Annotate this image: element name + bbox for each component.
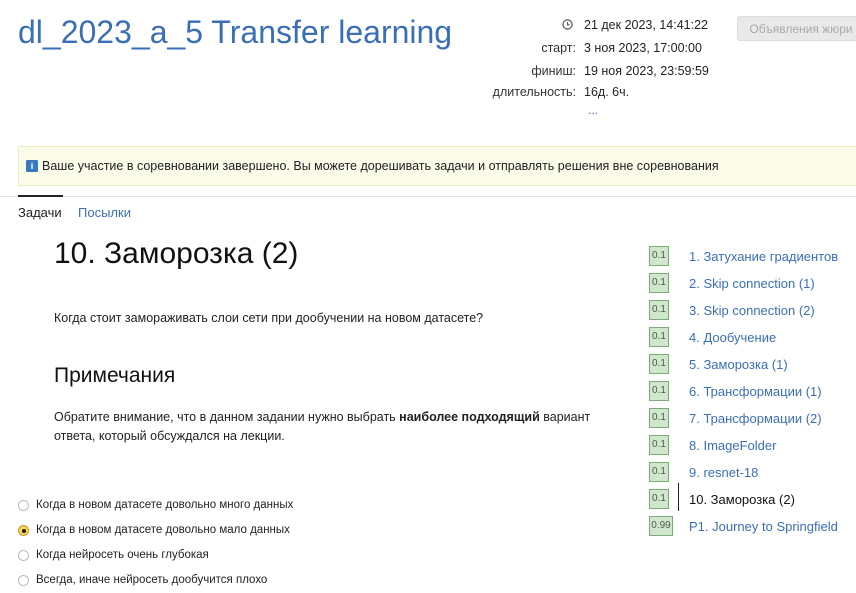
- duration-value: 16д. 6ч.: [584, 85, 630, 99]
- start-value: 3 ноя 2023, 17:00:00: [584, 41, 702, 55]
- finish-value: 19 ноя 2023, 23:59:59: [584, 64, 709, 78]
- problem-link[interactable]: 1. Затухание градиентов: [689, 249, 838, 264]
- problem-link-current[interactable]: 10. Заморозка (2): [689, 492, 795, 507]
- problem-link[interactable]: 5. Заморозка (1): [689, 357, 788, 372]
- more-link[interactable]: ...: [588, 103, 598, 117]
- notes-title: Примечания: [54, 364, 176, 387]
- score-badge: 0.1: [649, 354, 669, 374]
- tab-submissions[interactable]: Посылки: [78, 205, 131, 220]
- answer-option-label[interactable]: Когда в новом датасете довольно много да…: [36, 499, 293, 511]
- score-badge: 0.1: [649, 381, 669, 401]
- score-badge: 0.1: [649, 435, 669, 455]
- start-label: старт:: [541, 41, 576, 55]
- jury-announcements-button[interactable]: Объявления жюри: [737, 16, 856, 41]
- current-time: 21 дек 2023, 14:41:22: [584, 18, 708, 32]
- problem-link[interactable]: 4. Дообучение: [689, 330, 776, 345]
- contest-title: dl_2023_a_5 Transfer learning: [18, 14, 453, 50]
- score-badge: 0.1: [649, 327, 669, 347]
- participation-notice: i Ваше участие в соревновании завершено.…: [18, 146, 856, 186]
- radio-button-checked[interactable]: [18, 525, 29, 536]
- notes-text-before: Обратите внимание, что в данном задании …: [54, 410, 400, 424]
- problem-link[interactable]: 2. Skip connection (1): [689, 276, 815, 291]
- problem-link[interactable]: P1. Journey to Springfield: [689, 519, 838, 534]
- tab-problems[interactable]: Задачи: [18, 205, 62, 220]
- answer-option-label[interactable]: Когда нейросеть очень глубокая: [36, 549, 209, 561]
- radio-button[interactable]: [18, 575, 29, 586]
- finish-label: финиш:: [531, 64, 576, 78]
- problem-link[interactable]: 3. Skip connection (2): [689, 303, 815, 318]
- problem-question: Когда стоит замораживать слои сети при д…: [54, 311, 484, 325]
- current-problem-indicator: [678, 483, 679, 511]
- score-badge: 0.99: [649, 516, 673, 536]
- radio-button[interactable]: [18, 500, 29, 511]
- problem-title: 10. Заморозка (2): [54, 237, 299, 270]
- tabs-divider: [0, 196, 856, 197]
- notice-text: Ваше участие в соревновании завершено. В…: [42, 159, 719, 173]
- answer-option-label[interactable]: Когда в новом датасете довольно мало дан…: [36, 524, 290, 536]
- duration-label: длительность:: [492, 85, 576, 99]
- problem-link[interactable]: 8. ImageFolder: [689, 438, 776, 453]
- score-badge: 0.1: [649, 300, 669, 320]
- score-badge: 0.1: [649, 273, 669, 293]
- active-tab-indicator: [18, 195, 63, 197]
- score-badge: 0.1: [649, 489, 669, 509]
- clock-icon: [562, 19, 573, 30]
- score-badge: 0.1: [649, 408, 669, 428]
- notes-text: Обратите внимание, что в данном задании …: [54, 408, 614, 446]
- problem-link[interactable]: 9. resnet-18: [689, 465, 758, 480]
- info-icon: i: [26, 160, 38, 172]
- answer-option-label[interactable]: Всегда, иначе нейросеть дообучится плохо: [36, 574, 267, 586]
- radio-button[interactable]: [18, 550, 29, 561]
- problem-link[interactable]: 6. Трансформации (1): [689, 384, 822, 399]
- notes-text-bold: наиболее подходящий: [399, 410, 540, 424]
- problem-link[interactable]: 7. Трансформации (2): [689, 411, 822, 426]
- score-badge: 0.1: [649, 462, 669, 482]
- score-badge: 0.1: [649, 246, 669, 266]
